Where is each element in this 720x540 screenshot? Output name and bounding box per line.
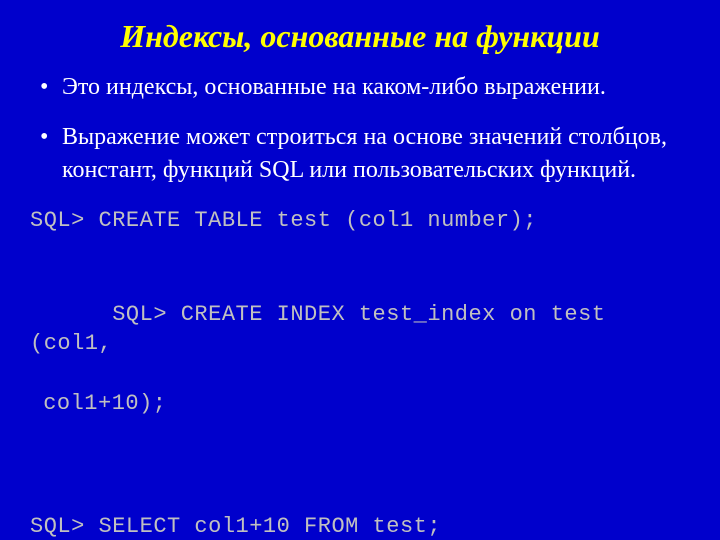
code-line: SQL> CREATE INDEX test_index on test (co…: [30, 270, 690, 478]
code-line: SQL> CREATE TABLE test (col1 number);: [30, 206, 690, 236]
bullet-item: Выражение может строиться на основе знач…: [40, 121, 690, 186]
code-block: SQL> CREATE TABLE test (col1 number); SQ…: [30, 206, 690, 540]
bullet-list: Это индексы, основанные на каком-либо вы…: [30, 71, 690, 186]
code-line: SQL> SELECT col1+10 FROM test;: [30, 512, 690, 540]
code-text: SQL> CREATE INDEX test_index on test (co…: [30, 302, 619, 357]
slide-title: Индексы, основанные на функции: [30, 18, 690, 55]
code-text: col1+10);: [30, 389, 690, 419]
bullet-item: Это индексы, основанные на каком-либо вы…: [40, 71, 690, 103]
slide: Индексы, основанные на функции Это индек…: [0, 0, 720, 540]
